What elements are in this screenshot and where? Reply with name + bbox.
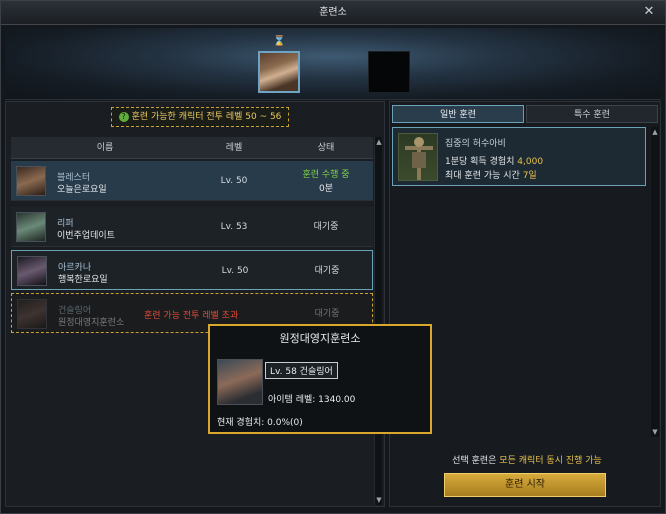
tooltip-item-level: 아이템 레벨: 1340.00 [268,395,356,405]
character-tooltip: 원정대영지훈련소 Lv. 58 건슬링어 아이템 레벨: 1340.00 현재 … [208,324,432,434]
scroll-down-icon[interactable]: ▼ [375,496,383,504]
column-header-name: 이름 [96,143,114,153]
table-header: 이름 레벨 상태 [11,137,373,159]
time-label: 최대 훈련 가능 시간 [445,171,520,181]
status-duration: 0분 [318,184,333,194]
close-icon[interactable]: ✕ [641,4,657,20]
character-name: 오늘은로요일 [57,185,107,195]
description-prefix: 선택 훈련은 [452,456,500,466]
tooltip-avatar [217,359,263,405]
training-option-card[interactable]: 집중의 허수아비 1분당 획득 경험치 4,000 최대 훈련 가능 시간 7일 [392,127,646,186]
hourglass-icon: ⌛ [273,36,286,47]
empty-portrait-slot [368,51,410,93]
help-icon[interactable]: ? [118,111,129,122]
character-level: Lv. 50 [221,266,249,276]
description-highlight: 모든 캐릭터 동시 진행 가능 [499,456,602,466]
status-text: 훈련 수행 중 [302,170,350,180]
tab-normal-training[interactable]: 일반 훈련 [392,105,524,123]
window-title: 훈련소 [319,7,347,18]
tooltip-title: 원정대영지훈련소 [279,332,361,345]
selected-character-portrait[interactable] [258,51,300,93]
character-avatar [16,166,46,196]
character-avatar [17,256,47,286]
list-scrollbar[interactable]: ▲ ▼ [374,137,382,505]
character-name: 행복한로요일 [58,275,108,285]
start-training-button[interactable]: 훈련 시작 [444,473,606,497]
character-row[interactable]: 블레스터 오늘은로요일 Lv. 50 훈련 수행 중 0분 [11,161,373,201]
character-row[interactable]: 리퍼 이번주업데이트 Lv. 53 대기중 [11,207,373,247]
scroll-up-icon[interactable]: ▲ [651,128,659,136]
scroll-down-icon[interactable]: ▼ [651,428,659,436]
level-exceeded-warning: 훈련 가능 전투 레벨 초과 [144,311,239,321]
training-title: 집중의 허수아비 [445,139,506,149]
banner [5,28,661,100]
column-header-status: 상태 [317,143,335,153]
tab-special-training[interactable]: 특수 훈련 [526,105,658,123]
column-header-level: 레벨 [225,143,243,153]
level-range-box: ? 훈련 가능한 캐릭터 전투 레벨 50 ~ 56 [111,107,289,127]
character-status: 대기중 [313,222,339,232]
character-level: Lv. 53 [220,222,248,232]
level-range-label: 훈련 가능한 캐릭터 전투 레벨 50 ~ 56 [131,112,282,122]
character-level: Lv. 50 [220,176,248,186]
exp-label: 1분당 획득 경험치 [445,157,515,167]
character-status: 대기중 [314,266,340,276]
training-scrollbar[interactable]: ▲ ▼ [651,127,659,437]
character-avatar [17,299,47,329]
time-value: 7일 [522,171,537,181]
scarecrow-icon [398,133,438,181]
character-row[interactable]: 아르카나 행복한로요일 Lv. 50 대기중 [11,250,373,290]
max-training-time: 최대 훈련 가능 시간 7일 [445,168,537,181]
exp-per-minute: 1분당 획득 경험치 4,000 [445,154,543,167]
character-name: 이번주업데이트 [57,231,115,241]
character-name: 원정대영지훈련소 [58,318,125,328]
scroll-up-icon[interactable]: ▲ [375,138,383,146]
character-status: 훈련 수행 중 0분 [281,161,371,201]
exp-value: 4,000 [517,157,544,167]
tooltip-level-chip: Lv. 58 건슬링어 [265,362,338,379]
title-bar: 훈련소 ✕ [1,1,665,25]
character-avatar [16,212,46,242]
tooltip-exp: 현재 경험치: 0.0%(0) [217,418,303,428]
training-window: 훈련소 ✕ ⌛ ? 훈련 가능한 캐릭터 전투 레벨 50 ~ 56 이름 레벨 … [0,0,666,514]
training-description: 선택 훈련은 모든 캐릭터 동시 진행 가능 [396,453,658,466]
